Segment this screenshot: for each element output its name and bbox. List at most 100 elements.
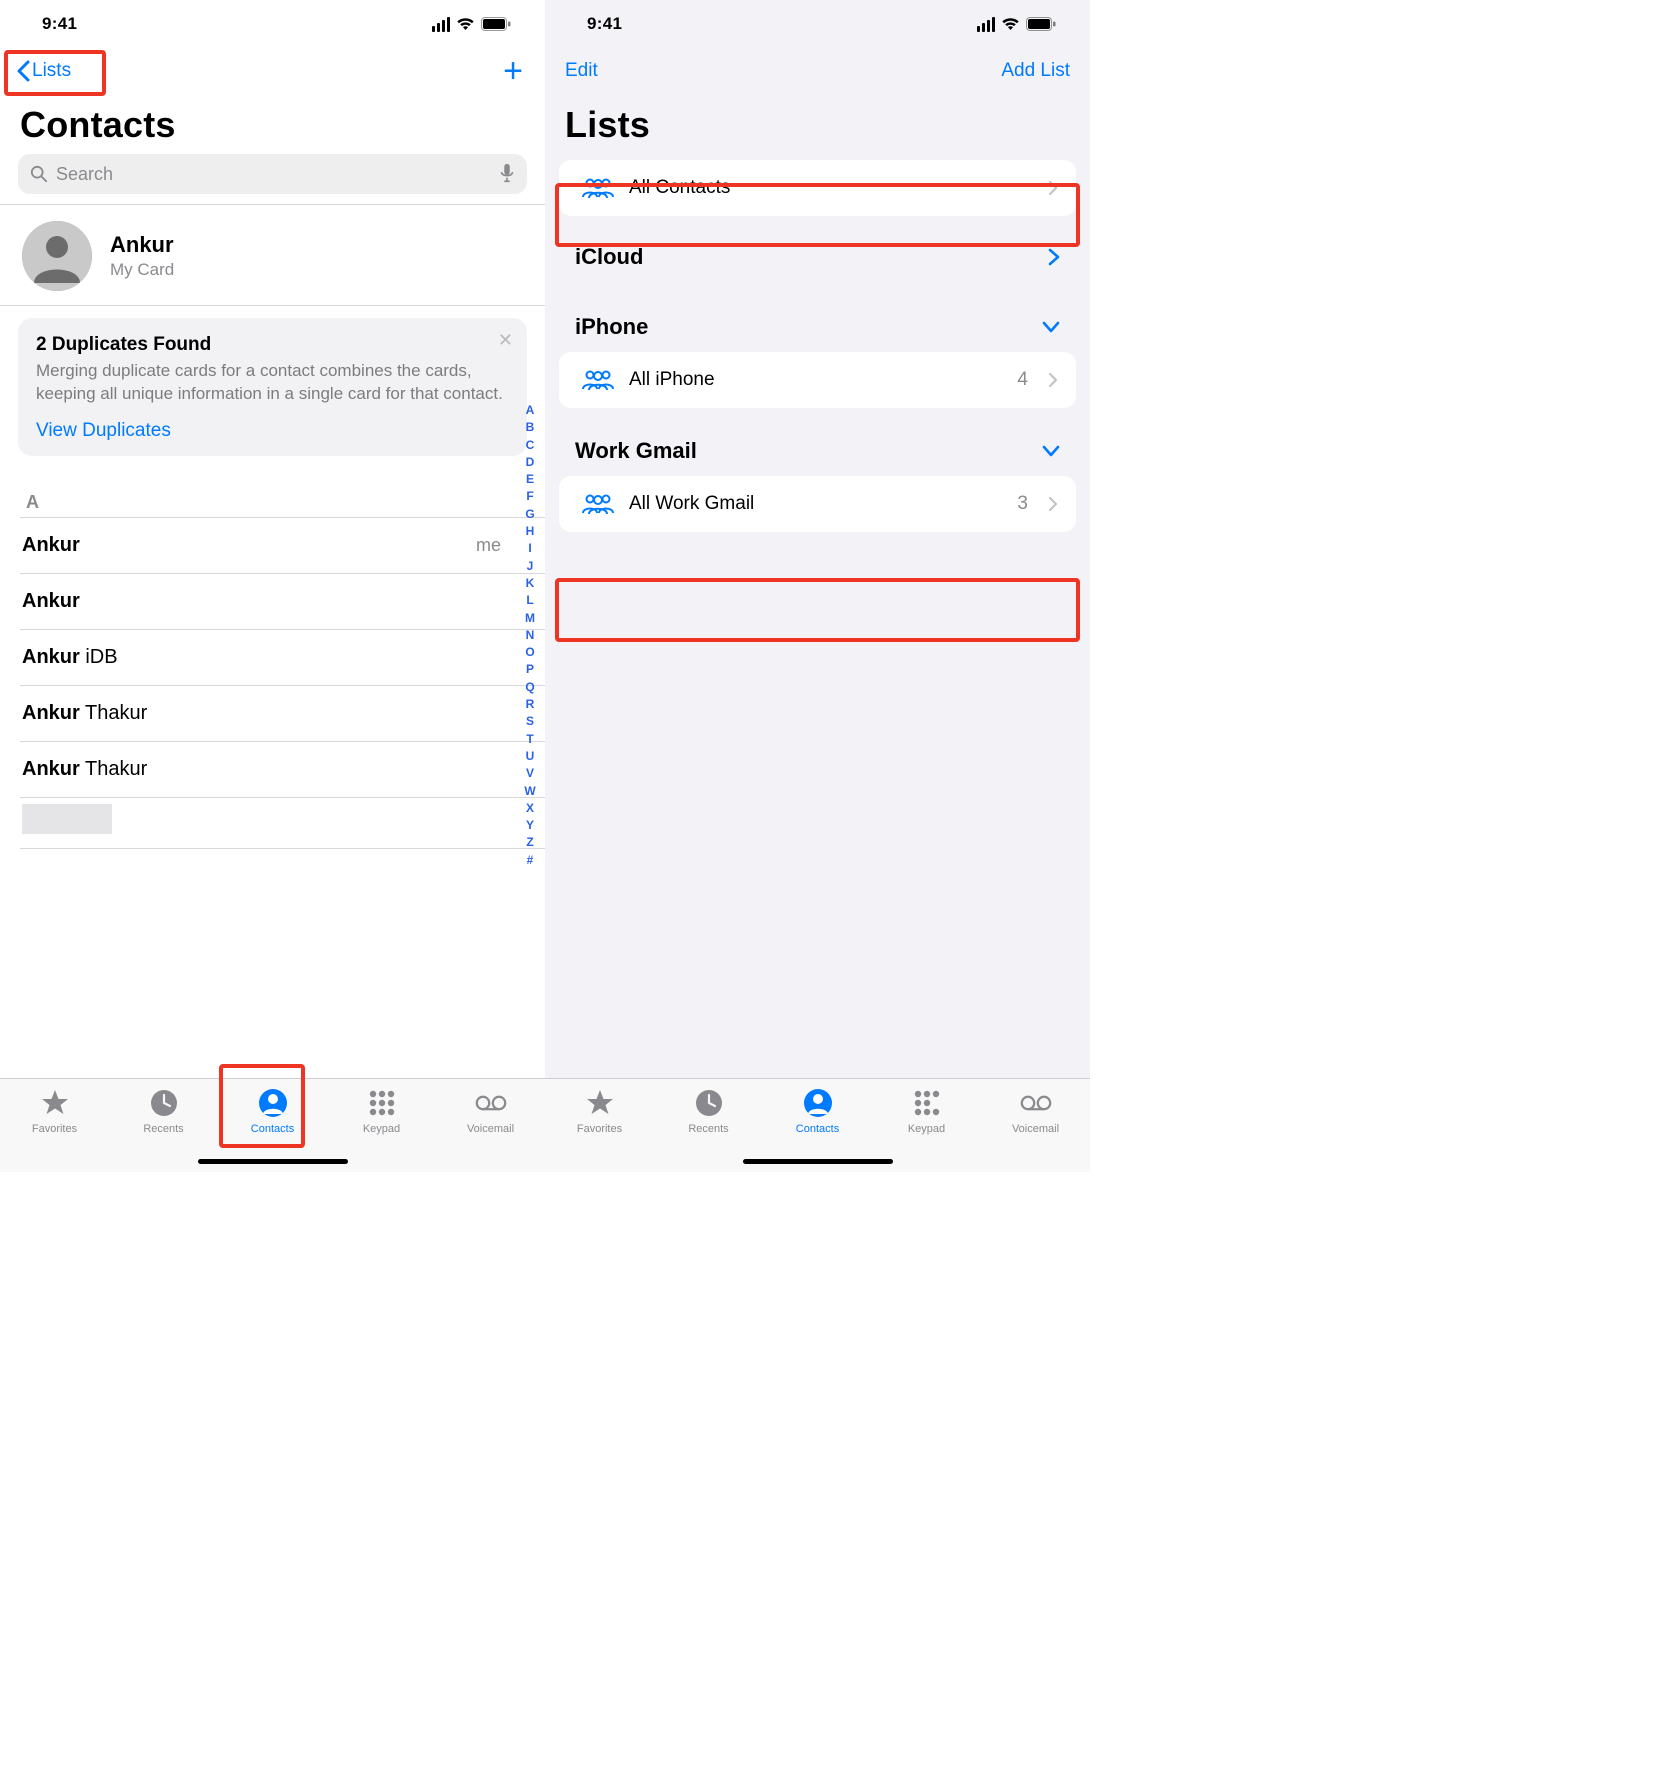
list-label: All Work Gmail xyxy=(629,493,1003,515)
chevron-right-icon xyxy=(1048,372,1058,388)
contact-row[interactable]: Ankur me xyxy=(0,518,545,573)
contact-first: Ankur xyxy=(22,534,80,556)
chevron-down-icon xyxy=(1042,445,1060,457)
tab-favorites[interactable]: Favorites xyxy=(5,1087,105,1135)
tab-keypad[interactable]: Keypad xyxy=(877,1087,977,1135)
contact-row[interactable]: Ankur Thakur xyxy=(0,686,545,741)
duplicates-body: Merging duplicate cards for a contact co… xyxy=(36,360,509,406)
index-letter[interactable]: F xyxy=(526,488,533,505)
index-letter[interactable]: O xyxy=(525,644,534,661)
list-row-all-contacts[interactable]: All Contacts xyxy=(559,160,1076,216)
index-letter[interactable]: V xyxy=(526,765,534,782)
index-letter[interactable]: J xyxy=(527,558,534,575)
list-row-all-iphone[interactable]: All iPhone 4 xyxy=(559,352,1076,408)
battery-icon xyxy=(481,17,511,31)
contact-last: Thakur xyxy=(85,702,147,724)
home-indicator[interactable] xyxy=(743,1159,893,1164)
chevron-right-icon xyxy=(1048,248,1060,266)
tab-keypad[interactable]: Keypad xyxy=(332,1087,432,1135)
index-letter[interactable]: A xyxy=(526,402,535,419)
search-field[interactable]: Search xyxy=(18,154,527,194)
edit-button[interactable]: Edit xyxy=(561,60,598,82)
index-letter[interactable]: C xyxy=(526,437,535,454)
index-letter[interactable]: X xyxy=(526,800,534,817)
chevron-right-icon xyxy=(1048,496,1058,512)
avatar xyxy=(22,221,92,291)
chevron-down-icon xyxy=(1042,321,1060,333)
contact-row[interactable]: Ankur Thakur xyxy=(0,742,545,797)
tab-label: Favorites xyxy=(32,1123,77,1135)
status-indicators xyxy=(977,17,1057,32)
index-letter[interactable]: W xyxy=(524,783,535,800)
my-card-row[interactable]: Ankur My Card xyxy=(0,205,545,305)
index-letter[interactable]: M xyxy=(525,610,535,627)
index-letter[interactable]: B xyxy=(526,419,535,436)
duplicates-title: 2 Duplicates Found xyxy=(36,334,509,356)
person-circle-icon xyxy=(802,1087,834,1119)
index-letter[interactable]: T xyxy=(526,731,533,748)
index-letter[interactable]: G xyxy=(525,506,534,523)
contact-row[interactable]: Ankur xyxy=(0,574,545,629)
tab-recents[interactable]: Recents xyxy=(114,1087,214,1135)
page-title: Contacts xyxy=(0,94,545,154)
tab-favorites[interactable]: Favorites xyxy=(550,1087,650,1135)
index-letter[interactable]: U xyxy=(526,748,535,765)
section-icloud[interactable]: iCloud xyxy=(545,216,1090,278)
tab-recents[interactable]: Recents xyxy=(659,1087,759,1135)
group-icon xyxy=(581,492,615,516)
index-letter[interactable]: D xyxy=(526,454,535,471)
group-icon xyxy=(581,176,615,200)
index-letter[interactable]: Y xyxy=(526,817,534,834)
index-letter[interactable]: S xyxy=(526,713,534,730)
tab-voicemail[interactable]: Voicemail xyxy=(441,1087,541,1135)
wifi-icon xyxy=(456,17,475,31)
index-letter[interactable]: E xyxy=(526,471,534,488)
tab-label: Recents xyxy=(143,1123,183,1135)
add-list-button[interactable]: Add List xyxy=(1001,60,1074,82)
contact-row[interactable]: Ankur iDB xyxy=(0,630,545,685)
tab-contacts[interactable]: Contacts xyxy=(768,1087,868,1135)
index-letter[interactable]: N xyxy=(526,627,535,644)
tab-label: Voicemail xyxy=(467,1123,514,1135)
voicemail-icon xyxy=(1020,1087,1052,1119)
index-letter[interactable]: R xyxy=(526,696,535,713)
star-icon xyxy=(584,1087,616,1119)
index-letter[interactable]: L xyxy=(526,592,533,609)
index-letter[interactable]: P xyxy=(526,661,534,678)
contact-first: Ankur xyxy=(22,646,80,668)
back-label: Lists xyxy=(32,60,71,82)
list-row-all-work-gmail[interactable]: All Work Gmail 3 xyxy=(559,476,1076,532)
section-iphone[interactable]: iPhone xyxy=(545,278,1090,348)
close-icon[interactable]: ✕ xyxy=(498,330,513,351)
index-letter[interactable]: Z xyxy=(526,834,533,851)
status-bar: 9:41 xyxy=(0,0,545,48)
tab-voicemail[interactable]: Voicemail xyxy=(986,1087,1086,1135)
index-letter[interactable]: K xyxy=(526,575,535,592)
cellular-signal-icon xyxy=(432,17,451,32)
home-indicator[interactable] xyxy=(198,1159,348,1164)
index-letter[interactable]: # xyxy=(527,852,534,869)
keypad-icon xyxy=(366,1087,398,1119)
tab-label: Contacts xyxy=(251,1123,294,1135)
view-duplicates-link[interactable]: View Duplicates xyxy=(36,420,171,442)
index-letter[interactable]: Q xyxy=(525,679,534,696)
tab-label: Favorites xyxy=(577,1123,622,1135)
chevron-right-icon xyxy=(1048,180,1058,196)
redacted-contact xyxy=(22,804,112,834)
status-bar: 9:41 xyxy=(545,0,1090,48)
tab-bar: Favorites Recents Contacts Keypad Voicem… xyxy=(0,1078,545,1172)
alphabet-index[interactable]: ABCDEFGHIJKLMNOPQRSTUVWXYZ# xyxy=(521,402,539,869)
index-letter[interactable]: H xyxy=(526,523,535,540)
tab-contacts[interactable]: Contacts xyxy=(223,1087,323,1135)
status-time: 9:41 xyxy=(42,14,77,34)
add-contact-button[interactable]: + xyxy=(497,54,529,88)
section-header-a: A xyxy=(0,468,545,517)
section-work-gmail[interactable]: Work Gmail xyxy=(545,408,1090,472)
index-letter[interactable]: I xyxy=(528,540,531,557)
group-icon xyxy=(581,368,615,392)
cellular-signal-icon xyxy=(977,17,996,32)
back-button[interactable]: Lists xyxy=(16,56,77,86)
chevron-left-icon xyxy=(16,60,30,82)
dictate-icon[interactable] xyxy=(499,163,515,185)
contact-last: iDB xyxy=(85,646,117,668)
